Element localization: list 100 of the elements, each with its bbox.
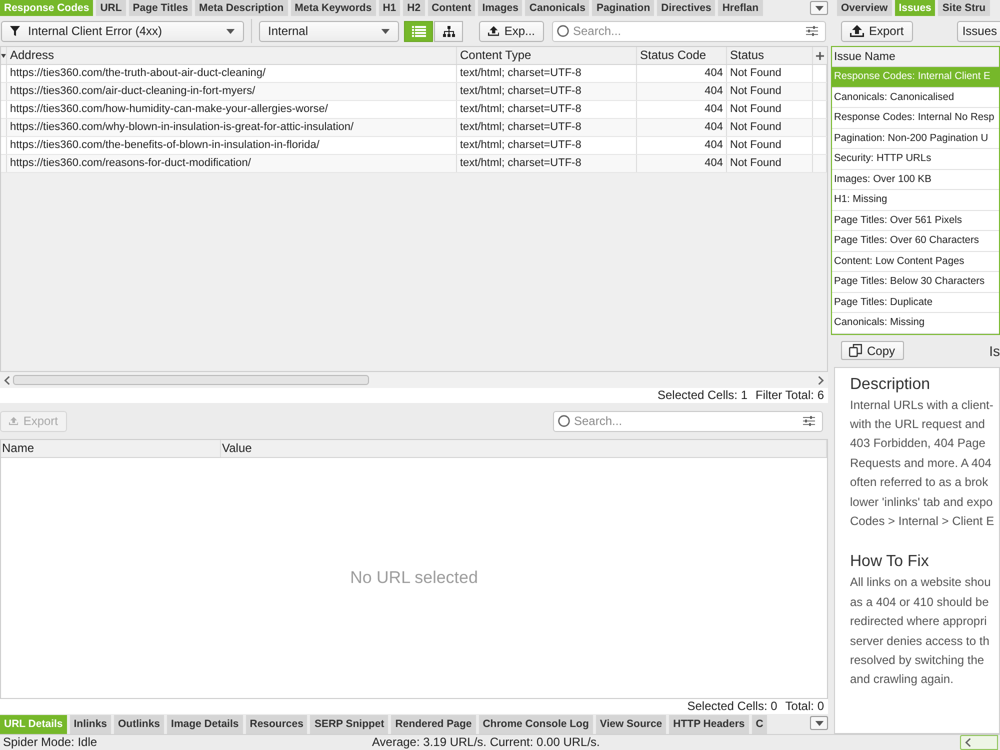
issue-row[interactable]: Page Titles: Below 30 Characters — [832, 272, 999, 292]
more-tabs-button[interactable] — [810, 716, 828, 730]
upload-icon — [9, 415, 18, 427]
tree-view-button[interactable] — [434, 20, 463, 42]
tab[interactable]: Directives — [657, 0, 716, 16]
table-cell: https://ties360.com/the-truth-about-air-duct-cleaning/ — [7, 65, 457, 82]
tab[interactable]: Canonicals — [525, 0, 590, 16]
more-tabs-button[interactable] — [810, 1, 828, 15]
list-icon — [412, 26, 426, 36]
table-row[interactable]: https://ties360.com/air-duct-cleaning-in-fort-myers/ text/html; charset=UTF-8 404 Not Found — [1, 83, 827, 101]
crawl-speed-status: Average: 3.19 URL/s. Current: 0.00 URL/s. — [372, 735, 601, 750]
issue-row[interactable]: Canonicals: Missing — [832, 313, 999, 334]
tab[interactable]: C — [752, 715, 768, 734]
tab[interactable]: Hreflan — [718, 0, 763, 16]
scrollbar-thumb[interactable] — [13, 375, 369, 385]
issue-row[interactable]: Canonicals: Canonicalised — [832, 88, 999, 108]
spider-mode-status: Spider Mode: Idle — [2, 735, 98, 750]
column-header[interactable]: Status Code — [637, 47, 727, 64]
table-cell: Not Found — [727, 155, 813, 172]
add-column-button[interactable] — [815, 50, 825, 60]
table-cell: 404 — [637, 155, 727, 172]
table-cell: 404 — [637, 119, 727, 136]
issue-row[interactable]: Security: HTTP URLs — [832, 149, 999, 170]
tab[interactable]: Rendered Page — [391, 715, 476, 734]
tab[interactable]: Outlinks — [114, 715, 164, 734]
sliders-icon — [806, 26, 818, 36]
filter-icon — [10, 26, 20, 36]
column-header[interactable]: Content Type — [457, 47, 637, 64]
issue-row[interactable]: Pagination: Non-200 Pagination U — [832, 128, 999, 149]
tab[interactable]: Inlinks — [70, 715, 112, 734]
table-cell: Not Found — [727, 101, 813, 118]
tab[interactable]: HTTP Headers — [669, 715, 749, 734]
issue-row[interactable]: Content: Low Content Pages — [832, 252, 999, 272]
issues-button[interactable]: Issues — [957, 20, 1000, 42]
issue-row[interactable]: Page Titles: Duplicate — [832, 292, 999, 313]
export-button[interactable]: Exp... — [479, 20, 544, 42]
tab[interactable]: H2 — [403, 0, 425, 16]
issue-row[interactable]: Page Titles: Over 60 Characters — [832, 231, 999, 252]
plus-icon — [816, 52, 824, 60]
how-to-fix-heading: How To Fix — [850, 552, 930, 572]
table-row[interactable]: https://ties360.com/why-blown-in-insulation-is-great-for-attic-insulation/ text/html; charset=UTF-8 404 Not Found — [1, 119, 827, 137]
search-field[interactable]: Search... — [553, 410, 823, 432]
tab[interactable]: Images — [478, 0, 522, 16]
issue-row[interactable]: Page Titles: Over 561 Pixels — [832, 210, 999, 231]
caret-icon — [381, 28, 390, 34]
tab[interactable]: Image Details — [167, 715, 243, 734]
table-cell: Not Found — [727, 137, 813, 154]
table-cell: 404 — [637, 65, 727, 82]
caret-icon — [226, 28, 235, 34]
tab[interactable]: Content — [428, 0, 476, 16]
tab[interactable]: View Source — [596, 715, 666, 734]
issue-row[interactable]: H1: Missing — [832, 190, 999, 210]
table-cell: Not Found — [727, 119, 813, 136]
tab[interactable]: Meta Description — [195, 0, 288, 16]
table-cell: https://ties360.com/why-blown-in-insulation-is-great-for-attic-insulation/ — [7, 119, 457, 136]
table-row[interactable]: https://ties360.com/the-truth-about-air-duct-cleaning/ text/html; charset=UTF-8 404 Not Found — [1, 65, 827, 83]
table-row[interactable]: https://ties360.com/how-humidity-can-make-your-allergies-worse/ text/html; charset=UTF-8 404 Not Found — [1, 101, 827, 119]
table-cell: 404 — [637, 137, 727, 154]
issue-row[interactable]: Response Codes: Internal No Resp — [832, 108, 999, 128]
table-cell: 404 — [637, 101, 727, 118]
column-header[interactable]: Status — [727, 47, 813, 64]
tab[interactable]: Meta Keywords — [290, 0, 376, 16]
column-header[interactable]: Value — [221, 440, 827, 457]
horizontal-scrollbar[interactable] — [0, 372, 828, 388]
description-text: Internal URLs with a client- with the URL request and 403 Forbidden, 404 Page Requests and more. A 404 often referred to as a brok lower 'inlinks' tab and expo Codes > Internal > Client E — [850, 396, 996, 530]
caret-icon — [814, 720, 824, 726]
table-cell: https://ties360.com/reasons-for-duct-modification/ — [7, 155, 457, 172]
caret-icon — [814, 6, 824, 10]
hierarchy-icon — [442, 26, 454, 36]
search-icon — [558, 415, 570, 427]
tab[interactable]: Overview — [837, 0, 892, 16]
tab[interactable]: Chrome Console Log — [478, 715, 593, 734]
export-button[interactable]: Export — [841, 20, 913, 42]
column-header[interactable]: Issue Name — [832, 47, 999, 67]
table-row[interactable]: https://ties360.com/reasons-for-duct-modification/ text/html; charset=UTF-8 404 Not Found — [1, 155, 827, 173]
panel-toggle-button[interactable] — [960, 735, 998, 750]
upload-icon — [488, 25, 500, 37]
tab[interactable]: SERP Snippet — [310, 715, 388, 734]
tab[interactable]: Pagination — [592, 0, 654, 16]
table-cell: https://ties360.com/air-duct-cleaning-in-fort-myers/ — [7, 83, 457, 100]
column-header[interactable]: Name — [1, 440, 221, 457]
filter-dropdown[interactable]: Internal Client Error (4xx) — [1, 20, 244, 42]
how-to-fix-text: All links on a website shou as a 404 or 410 should be redirected where appropri server denies access to th resolved by switching the and crawling again. — [850, 574, 992, 688]
table-cell: Not Found — [727, 83, 813, 100]
table-row[interactable]: https://ties360.com/the-benefits-of-blown-in-insulation-in-florida/ text/html; charset=UTF-8 404 Not Found — [1, 137, 827, 155]
tab[interactable]: Resources — [246, 715, 308, 734]
issue-row[interactable]: Images: Over 100 KB — [832, 170, 999, 190]
search-field[interactable]: Search... — [552, 20, 826, 42]
table-cell: text/html; charset=UTF-8 — [457, 119, 637, 136]
sliders-icon — [803, 416, 815, 426]
tab[interactable]: H1 — [378, 0, 400, 16]
tab[interactable]: URL — [96, 0, 126, 16]
selected-cells-count: Selected Cells: 1 — [657, 388, 748, 403]
upload-icon — [850, 25, 864, 37]
column-header[interactable]: Address — [7, 47, 457, 64]
table-cell: text/html; charset=UTF-8 — [457, 65, 637, 82]
tab[interactable]: Page Titles — [128, 0, 192, 16]
tab[interactable]: Site Stru — [938, 0, 990, 16]
scope-dropdown[interactable]: Internal — [259, 20, 399, 42]
copy-button[interactable]: Copy — [841, 341, 904, 360]
